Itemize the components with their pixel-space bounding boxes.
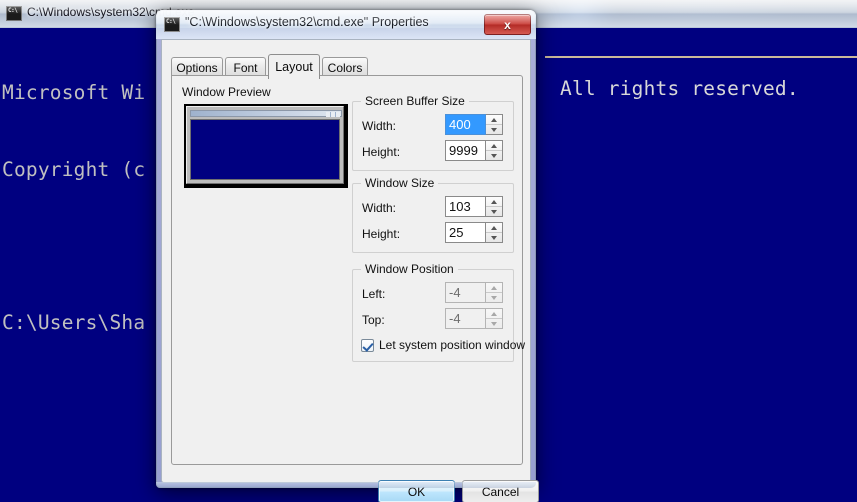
cmd-properties-dialog[interactable]: C:\ "C:\Windows\system32\cmd.exe" Proper… — [156, 10, 539, 502]
window-top-spinner — [445, 308, 503, 329]
window-left-spinner — [445, 282, 503, 303]
chevron-down-icon — [491, 127, 497, 132]
spin-down-button[interactable] — [486, 125, 502, 134]
spin-up-button — [486, 283, 502, 293]
window-preview-label: Window Preview — [182, 85, 271, 99]
window-preview-screen — [190, 119, 340, 180]
chevron-down-icon — [491, 321, 497, 326]
tabstrip[interactable]: Options Font Layout Colors — [171, 54, 523, 79]
screen-buffer-size-group: Screen Buffer Size Width: Height: — [352, 94, 514, 171]
window-width-spin-buttons[interactable] — [486, 196, 503, 217]
let-system-position-window-checkbox[interactable]: Let system position window — [361, 338, 525, 352]
buffer-width-spinner[interactable] — [445, 114, 503, 135]
window-left-spin-buttons — [486, 282, 503, 303]
window-size-group: Window Size Width: Height: — [352, 176, 514, 253]
dialog-body: Window Preview Screen Buffer Size Width: — [161, 39, 539, 502]
tab-options[interactable]: Options — [171, 57, 223, 77]
chevron-up-icon — [491, 311, 497, 316]
checkbox-checked-icon[interactable] — [361, 338, 374, 352]
dialog-title-text: "C:\Windows\system32\cmd.exe" Properties — [185, 15, 429, 29]
desktop-background: C:\ C:\Windows\system32\cmd.exe Microsof… — [0, 0, 857, 502]
spin-down-button[interactable] — [486, 151, 502, 160]
chevron-down-icon — [491, 295, 497, 300]
chevron-up-icon — [491, 143, 497, 148]
console-line: Microsoft Wi — [2, 81, 146, 104]
chevron-up-icon — [491, 117, 497, 122]
buffer-height-input[interactable] — [445, 140, 486, 161]
cmd-icon: C:\ — [6, 6, 22, 21]
chevron-down-icon — [491, 235, 497, 240]
window-height-label: Height: — [362, 227, 401, 241]
window-height-spin-buttons[interactable] — [486, 222, 503, 243]
buffer-width-label: Width: — [362, 119, 397, 133]
layout-tab-panel: Window Preview Screen Buffer Size Width: — [171, 75, 525, 465]
window-position-title: Window Position — [361, 262, 458, 276]
dialog-bottom-edge — [156, 482, 536, 488]
spin-down-button — [486, 319, 502, 328]
buffer-height-spinner[interactable] — [445, 140, 503, 161]
spin-up-button[interactable] — [486, 223, 502, 233]
chevron-down-icon — [491, 209, 497, 214]
window-height-spinner[interactable] — [445, 222, 503, 243]
console-output-right-text: All rights reserved. — [560, 77, 799, 100]
chevron-up-icon — [491, 199, 497, 204]
window-left-input — [445, 282, 486, 303]
spin-down-button — [486, 293, 502, 302]
window-preview-frame — [186, 106, 344, 184]
cmd-icon: C:\ — [164, 17, 180, 32]
tab-layout[interactable]: Layout — [268, 54, 320, 79]
tab-colors[interactable]: Colors — [322, 57, 368, 77]
window-width-input[interactable] — [445, 196, 486, 217]
screen-buffer-size-title: Screen Buffer Size — [361, 94, 469, 108]
chevron-down-icon — [491, 153, 497, 158]
window-size-title: Window Size — [361, 176, 439, 190]
chevron-up-icon — [491, 285, 497, 290]
tab-font[interactable]: Font — [225, 57, 266, 77]
spin-up-button[interactable] — [486, 141, 502, 151]
console-line: C:\Users\Sha — [2, 310, 146, 334]
console-output-text: Microsoft Wi Copyright (c C:\Users\Sha — [2, 29, 145, 386]
let-system-position-window-label: Let system position window — [379, 338, 526, 352]
dialog-titlebar[interactable]: C:\ "C:\Windows\system32\cmd.exe" Proper… — [156, 10, 536, 39]
window-height-input[interactable] — [445, 222, 486, 243]
close-icon[interactable]: x — [484, 14, 531, 35]
window-width-spinner[interactable] — [445, 196, 503, 217]
console-line: Copyright (c — [2, 157, 146, 181]
buffer-height-label: Height: — [362, 145, 401, 159]
window-top-spin-buttons — [486, 308, 503, 329]
spin-up-button[interactable] — [486, 197, 502, 207]
buffer-width-spin-buttons[interactable] — [486, 114, 503, 135]
chevron-up-icon — [491, 225, 497, 230]
window-left-label: Left: — [362, 287, 386, 301]
spin-down-button[interactable] — [486, 233, 502, 242]
spin-up-button[interactable] — [486, 115, 502, 125]
spin-up-button — [486, 309, 502, 319]
buffer-height-spin-buttons[interactable] — [486, 140, 503, 161]
window-top-input — [445, 308, 486, 329]
spin-down-button[interactable] — [486, 207, 502, 216]
window-preview-caption-buttons — [326, 112, 340, 117]
window-top-label: Top: — [362, 313, 385, 327]
window-preview-box — [184, 104, 348, 188]
window-width-label: Width: — [362, 201, 397, 215]
console-top-divider — [545, 56, 857, 58]
window-preview-titlebar — [190, 110, 342, 117]
buffer-width-input[interactable] — [445, 114, 486, 135]
